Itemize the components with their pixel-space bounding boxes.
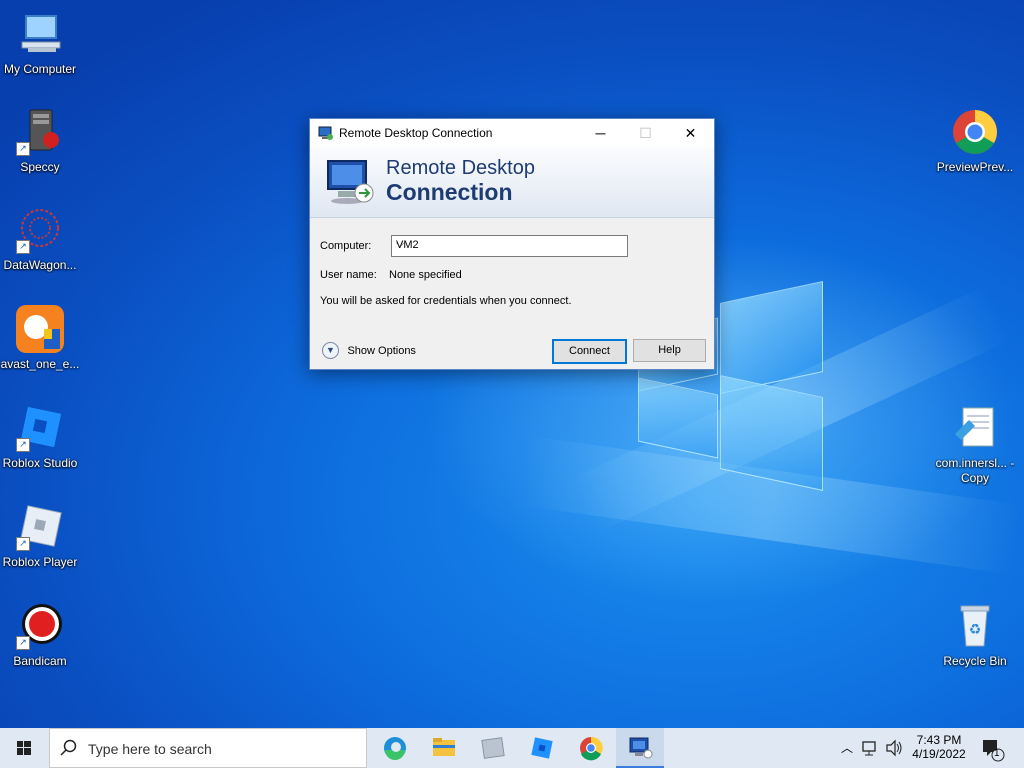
taskbar-edge[interactable] bbox=[371, 728, 419, 768]
network-icon[interactable] bbox=[860, 728, 880, 768]
computer-combobox[interactable]: VM2 ⌵ bbox=[391, 235, 628, 257]
svg-text:♻: ♻ bbox=[969, 621, 982, 637]
recycle-bin-icon: ♻ bbox=[951, 602, 999, 650]
edge-icon bbox=[384, 737, 406, 760]
taskbar: Type here to search ︿ 7:43 PM 4/19/2022 … bbox=[0, 728, 1024, 768]
clock-time: 7:43 PM bbox=[916, 733, 962, 747]
taskbar-file-explorer[interactable] bbox=[420, 728, 468, 768]
connect-button[interactable]: Connect bbox=[552, 339, 627, 364]
username-value: None specified bbox=[389, 269, 462, 281]
windows-start-icon bbox=[17, 741, 31, 755]
taskbar-generic-app[interactable] bbox=[469, 728, 517, 768]
roblox-player-icon: ↗ bbox=[16, 503, 64, 551]
start-button[interactable] bbox=[0, 728, 48, 768]
avast-icon bbox=[16, 305, 64, 353]
dialog-title: Remote Desktop Connection bbox=[339, 126, 493, 140]
speccy-icon: ↗ bbox=[16, 108, 64, 156]
dialog-titlebar[interactable]: Remote Desktop Connection ─ ☐ ✕ bbox=[310, 119, 714, 147]
desktop-icon-speccy[interactable]: ↗ Speccy bbox=[0, 108, 80, 175]
maximize-button: ☐ bbox=[639, 125, 652, 141]
notification-center-button[interactable]: 1 bbox=[978, 728, 1006, 768]
roblox-studio-icon: ↗ bbox=[16, 404, 64, 452]
text-file-icon bbox=[951, 404, 999, 452]
notification-icon bbox=[983, 740, 1005, 762]
chrome-icon bbox=[951, 108, 999, 156]
desktop-icon-chrome-shortcut[interactable]: PreviewPrev... bbox=[935, 108, 1015, 175]
search-icon bbox=[60, 739, 78, 762]
taskbar-search-box[interactable]: Type here to search bbox=[49, 728, 367, 768]
computer-icon bbox=[16, 10, 64, 58]
roblox-studio-icon bbox=[531, 737, 553, 759]
clock-date: 4/19/2022 bbox=[912, 747, 966, 761]
clock[interactable]: 7:43 PM 4/19/2022 bbox=[908, 728, 970, 768]
monitor-icon bbox=[324, 157, 378, 212]
minimize-button[interactable]: ─ bbox=[578, 119, 623, 147]
taskbar-chrome[interactable] bbox=[567, 728, 615, 768]
show-options-toggle[interactable]: ▼ Show Options bbox=[322, 342, 416, 360]
file-explorer-icon bbox=[433, 738, 455, 756]
volume-icon[interactable] bbox=[884, 728, 904, 768]
show-options-label: Show Options bbox=[347, 344, 416, 357]
credentials-info-text: You will be asked for credentials when y… bbox=[320, 295, 572, 307]
username-label: User name: bbox=[320, 269, 377, 281]
notification-count: 1 bbox=[994, 748, 1000, 759]
chevron-down-icon[interactable]: ⌵ bbox=[396, 238, 623, 251]
desktop-icon-datawagon[interactable]: ↗ DataWagon... bbox=[0, 206, 80, 273]
search-placeholder: Type here to search bbox=[88, 741, 212, 757]
chevron-down-circle-icon: ▼ bbox=[322, 342, 339, 360]
desktop-icon-recycle-bin[interactable]: ♻ Recycle Bin bbox=[935, 602, 1015, 669]
chrome-icon bbox=[580, 736, 603, 761]
desktop-icon-roblox-player[interactable]: ↗ Roblox Player bbox=[0, 503, 80, 570]
desktop-icon-text-file[interactable]: com.innersl... - Copy bbox=[935, 404, 1015, 486]
bandicam-icon: ↗ bbox=[16, 602, 64, 650]
desktop-icon-bandicam[interactable]: ↗ Bandicam bbox=[0, 602, 80, 669]
desktop-icon-my-computer[interactable]: My Computer bbox=[0, 10, 80, 77]
help-button[interactable]: Help bbox=[633, 339, 706, 362]
close-button[interactable]: ✕ bbox=[668, 119, 713, 147]
chevron-up-icon[interactable]: ︿ bbox=[838, 728, 856, 768]
banner-title-line2: Connection bbox=[386, 179, 513, 205]
desktop-icon-roblox-studio[interactable]: ↗ Roblox Studio bbox=[0, 404, 80, 471]
generic-app-icon bbox=[481, 737, 505, 759]
taskbar-remote-desktop[interactable] bbox=[616, 728, 664, 768]
taskbar-roblox-studio[interactable] bbox=[518, 728, 566, 768]
dialog-banner: Remote Desktop Connection bbox=[310, 147, 714, 218]
computer-label: Computer: bbox=[320, 240, 372, 252]
remote-desktop-icon bbox=[318, 125, 334, 146]
datawagon-icon: ↗ bbox=[16, 206, 64, 254]
remote-desktop-dialog: Remote Desktop Connection ─ ☐ ✕ Remote D… bbox=[309, 118, 715, 370]
desktop-icon-avast[interactable]: avast_one_e... bbox=[0, 305, 80, 372]
remote-desktop-icon bbox=[629, 737, 653, 759]
banner-title-line1: Remote Desktop bbox=[386, 157, 535, 179]
